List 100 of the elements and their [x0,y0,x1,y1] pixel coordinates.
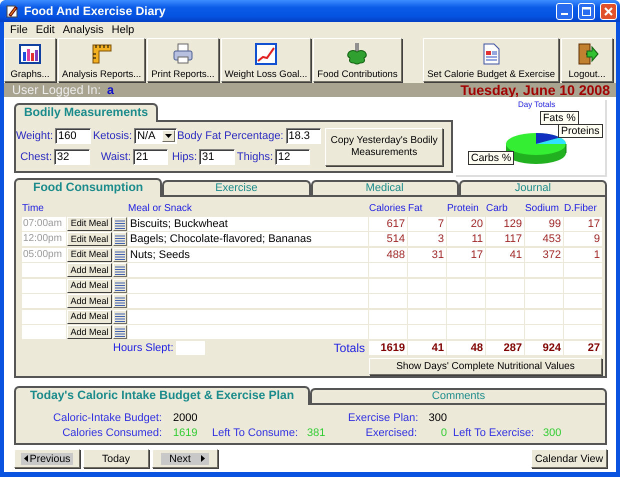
toolbar-button[interactable]: Graphs... [4,38,56,82]
field-label: Hours Slept: [113,342,174,354]
caret-icon [165,134,172,138]
list-button[interactable] [113,232,127,246]
panel-title: Bodily Measurements [14,103,158,122]
chart-title: Day Totals [518,100,556,109]
meal-button[interactable]: Edit Meal [67,248,112,262]
list-button[interactable] [113,294,127,308]
user-label: User Logged In: [12,83,101,97]
nav-button[interactable]: Calendar View [531,449,607,468]
column-header: Carb [486,202,509,215]
nav-button[interactable]: Previous [14,449,80,468]
toolbar-button[interactable]: Logout... [561,38,613,82]
caret-right-icon [200,455,205,462]
input-field[interactable]: 18.3 [286,128,320,144]
table-cell: 31 [408,248,446,262]
field-value: 381 [306,426,326,438]
total-cell: 1619 [369,340,407,354]
nutrition-button[interactable]: Show Days' Complete Nutritional Values [369,358,602,375]
meal-button[interactable]: Edit Meal [67,216,112,230]
meal-button[interactable]: Edit Meal [67,232,112,246]
table-cell: 1 [564,248,602,262]
table-cell: 11 [447,232,485,246]
meal-button[interactable]: Add Meal [67,310,112,324]
field-label: Weight: [16,130,54,142]
maximize-button[interactable] [578,2,595,20]
list-button[interactable] [113,248,127,262]
toolbar-button[interactable]: Set Calorie Budget & Exercise [423,38,559,82]
total-cell: 48 [447,340,485,354]
printer-icon [170,42,195,66]
toolbar-button[interactable]: Weight Loss Goal... [220,38,312,82]
meal-cell: Bagels; Chocolate-flavored; Bananas [128,232,368,246]
table-cell: 20 [447,216,485,230]
field-label: Hips: [170,151,198,163]
meal-button[interactable]: Add Meal [67,294,112,308]
list-button[interactable] [113,263,127,277]
toolbar-button[interactable]: Print Reports... [147,38,219,82]
toolbar-button[interactable]: Food Contributions [313,38,402,82]
input-field[interactable]: 21 [133,149,168,165]
close-button[interactable] [600,2,617,20]
field-label: Exercise Plan: [348,412,420,424]
user-name: a [106,83,114,97]
input-field[interactable]: 32 [54,149,90,165]
table-cell: 453 [525,232,563,246]
menu-item[interactable]: File [6,24,32,36]
total-cell: 27 [564,340,602,354]
input-field[interactable]: 160 [55,128,92,144]
table-cell: 3 [408,232,446,246]
menu-item[interactable]: Edit [32,24,59,36]
copy-button[interactable]: Copy Yesterday's Bodily Measurements [325,128,443,166]
total-cell: 924 [525,340,563,354]
close-icon [604,6,613,16]
field-label: Thighs: [236,151,274,163]
caret-left-icon [24,455,28,462]
input-field[interactable] [176,340,205,354]
meal-button[interactable]: Add Meal [67,263,112,277]
list-button[interactable] [113,278,127,292]
field-label: Left To Exercise: [452,426,535,438]
menu-item[interactable]: Analysis [58,24,108,36]
menu-item[interactable]: Help [108,24,138,36]
totals-label: Totals [334,340,366,354]
list-button[interactable] [113,325,127,339]
table-cell: 41 [486,248,524,262]
app-icon [5,4,19,18]
input-field[interactable]: 12 [275,149,310,165]
nav-button[interactable]: Today [83,449,149,468]
nav-button[interactable]: Next [152,449,218,468]
total-cell: 41 [408,340,446,354]
column-header: Meal or Snack [128,202,193,215]
input-field[interactable]: 31 [199,149,235,165]
meal-button[interactable]: Add Meal [67,325,112,339]
column-header: Sodium [525,202,560,215]
time-cell: 07:00am [22,216,66,230]
field-value: 300 [428,412,448,424]
current-date: Tuesday, June 10 2008 [460,82,610,98]
chart-label: Proteins [558,124,603,138]
table-cell: 129 [486,216,524,230]
table-cell: 99 [525,216,563,230]
field-label: Caloric-Intake Budget: [52,412,163,424]
minimize-button[interactable] [556,2,573,20]
time-cell: 05:00pm [22,248,66,262]
toolbar-button[interactable]: Analysis Reports... [58,38,146,82]
field-label: Body Fat Percentage: [177,130,284,142]
window-title: Food And Exercise Diary [24,4,167,18]
column-header: D.Fiber [564,202,598,215]
field-value: 2000 [172,412,198,424]
table-cell: 488 [369,248,407,262]
bar-chart-icon [18,42,42,66]
column-header: Protein [447,202,480,215]
dropdown[interactable]: N/A [134,128,178,144]
list-button[interactable] [113,310,127,324]
field-value: 0 [440,426,448,438]
table-cell: 514 [369,232,407,246]
chart-label: Fats % [540,111,579,125]
meal-button[interactable]: Add Meal [67,278,112,292]
list-button[interactable] [113,216,127,230]
puzzle-piece-icon [345,42,370,66]
field-label: Calories Consumed: [61,426,163,438]
total-cell: 287 [486,340,524,354]
meal-cell: Nuts; Seeds [128,248,368,262]
